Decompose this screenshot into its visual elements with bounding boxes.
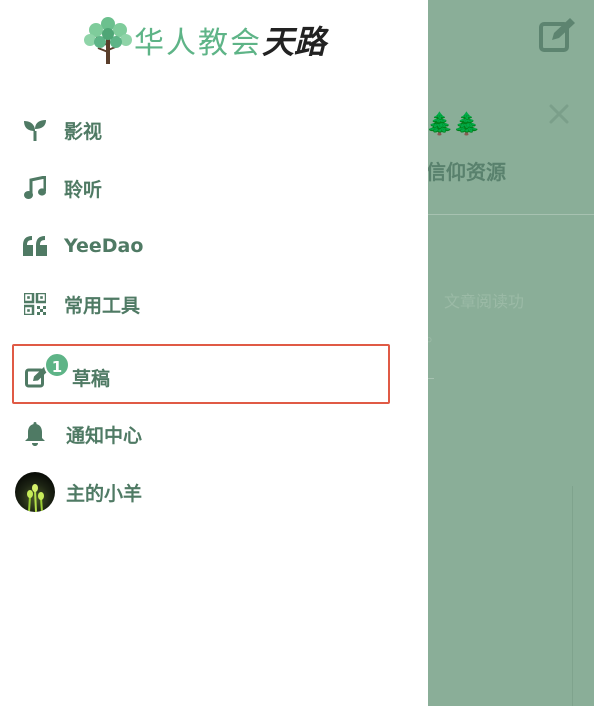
nav-item-label: 聆听 bbox=[64, 178, 103, 201]
compose-icon[interactable] bbox=[538, 16, 576, 52]
nav-item-label: 常用工具 bbox=[64, 294, 141, 317]
qr-code-icon bbox=[22, 291, 48, 317]
nav-item-notifications[interactable]: 通知中心 bbox=[0, 414, 428, 454]
draft-count-badge: 1 bbox=[44, 352, 70, 378]
close-icon[interactable] bbox=[547, 102, 571, 126]
background-text: 文章阅读功 bbox=[444, 292, 525, 311]
app-logo[interactable]: 华人教会 天路 bbox=[84, 14, 326, 66]
background-text: 。 bbox=[426, 326, 443, 345]
background-scroll-edge bbox=[572, 486, 573, 706]
nav-item-label: 影视 bbox=[64, 120, 103, 143]
background-divider bbox=[428, 214, 594, 215]
quote-icon bbox=[22, 233, 48, 259]
logo-text-calligraphy: 天路 bbox=[262, 23, 327, 61]
side-drawer: 华人教会 天路 影视 聆听 YeeDao 常用工具 草稿 1 通知中心 主的小羊 bbox=[0, 0, 428, 706]
tree-logo-icon bbox=[84, 17, 132, 64]
avatar[interactable] bbox=[15, 472, 55, 512]
bell-icon bbox=[22, 421, 48, 447]
nav-item-tools[interactable]: 常用工具 bbox=[0, 284, 428, 324]
logo-text: 华人教会 bbox=[134, 26, 262, 61]
nav-item-yeedao[interactable]: YeeDao bbox=[0, 226, 428, 266]
nav-item-listen[interactable]: 聆听 bbox=[0, 168, 428, 208]
nav-item-label: 草稿 bbox=[72, 367, 111, 390]
sprout-icon bbox=[22, 117, 48, 143]
nav-item-profile[interactable]: 主的小羊 bbox=[0, 472, 428, 512]
music-note-icon bbox=[22, 175, 48, 201]
nav-item-video[interactable]: 影视 bbox=[0, 110, 428, 150]
nav-item-label: 通知中心 bbox=[66, 424, 143, 447]
nav-item-label: YeeDao bbox=[64, 235, 144, 257]
nav-item-label: 主的小羊 bbox=[66, 482, 143, 505]
